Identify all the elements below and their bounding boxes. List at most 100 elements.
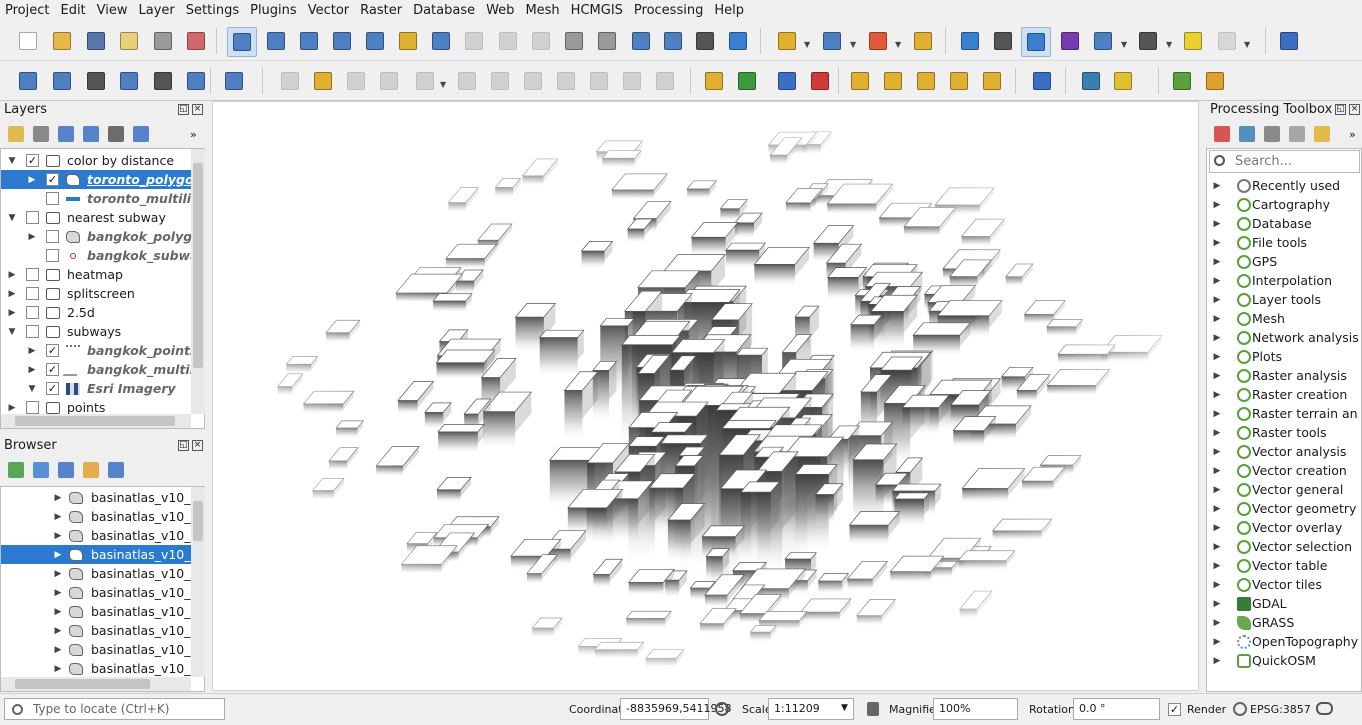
chevron-right-icon[interactable]: ▶ [27, 175, 37, 185]
layer-item[interactable]: ▼ ✓ color by distance [1, 151, 191, 170]
pan-map-icon[interactable] [227, 27, 257, 57]
browser-item[interactable]: ▶ basinatlas_v10_lev [1, 545, 191, 564]
toolbox-provider[interactable]: ▶ Recently used [1209, 176, 1359, 195]
messages-icon[interactable] [1316, 702, 1333, 715]
chevron-right-icon[interactable]: ▶ [1212, 257, 1222, 267]
style-manager-icon[interactable] [184, 29, 208, 53]
toolbox-provider[interactable]: ▶ OpenTopography [1209, 632, 1359, 651]
locate-input[interactable]: Type to locate (Ctrl+K) [4, 698, 225, 720]
results-viewer-icon[interactable] [1289, 126, 1305, 142]
chevron-right-icon[interactable]: ▶ [1212, 333, 1222, 343]
chevron-right-icon[interactable]: ▶ [53, 493, 63, 503]
style-panel-icon[interactable] [8, 126, 24, 142]
float-panel-icon[interactable]: ◱ [1335, 104, 1346, 115]
processing-tool-icon[interactable] [1203, 69, 1227, 93]
menu-hcmgis[interactable]: HCMGIS [566, 0, 628, 21]
add-group-icon[interactable] [33, 126, 49, 142]
chevron-right-icon[interactable]: ▶ [7, 308, 17, 318]
overflow-chevron-icon[interactable]: » [190, 128, 197, 141]
chevron-right-icon[interactable]: ▶ [1212, 599, 1222, 609]
chevron-right-icon[interactable]: ▶ [1212, 637, 1222, 647]
chevron-right-icon[interactable]: ▶ [1212, 428, 1222, 438]
deselect-all-icon[interactable] [866, 29, 890, 53]
toolbox-provider[interactable]: ▶ Vector table [1209, 556, 1359, 575]
chevron-right-icon[interactable]: ▶ [27, 346, 37, 356]
chevron-right-icon[interactable]: ▶ [1212, 314, 1222, 324]
toolbox-provider[interactable]: ▶ Raster creation [1209, 385, 1359, 404]
temporal-controller-icon[interactable] [629, 29, 653, 53]
menu-vector[interactable]: Vector [303, 0, 354, 21]
new-print-layout-icon[interactable] [117, 29, 141, 53]
chevron-right-icon[interactable]: ▶ [53, 664, 63, 674]
cut-features-icon[interactable] [521, 69, 545, 93]
browser-item[interactable]: ▶ basinatlas_v10_lev [1, 488, 191, 507]
chevron-right-icon[interactable]: ▶ [1212, 542, 1222, 552]
chevron-right-icon[interactable]: ▶ [1212, 523, 1222, 533]
new-virtual-layer-icon[interactable] [151, 69, 175, 93]
chevron-down-icon[interactable]: ▼ [7, 327, 17, 337]
menu-edit[interactable]: Edit [55, 0, 90, 21]
paste-features-icon[interactable] [587, 69, 611, 93]
label-change-icon[interactable] [980, 69, 1004, 93]
delete-selected-icon[interactable] [488, 69, 512, 93]
chevron-right-icon[interactable]: ▶ [53, 588, 63, 598]
chevron-down-icon[interactable]: ▼ [7, 156, 17, 166]
save-layer-edits-icon[interactable] [344, 69, 368, 93]
chevron-right-icon[interactable]: ▶ [1212, 181, 1222, 191]
sum-icon[interactable] [1058, 29, 1082, 53]
toolbox-provider[interactable]: ▶ Plots [1209, 347, 1359, 366]
map-tips-icon[interactable] [1181, 29, 1205, 53]
settings-icon[interactable] [1215, 29, 1239, 53]
current-edits-icon[interactable] [278, 69, 302, 93]
toolbox-provider[interactable]: ▶ Vector analysis [1209, 442, 1359, 461]
toolbox-provider[interactable]: ▶ Vector selection [1209, 537, 1359, 556]
rotation-spinbox[interactable]: 0.0 ° [1073, 698, 1160, 720]
chevron-down-icon[interactable]: ▼ [1166, 40, 1172, 49]
refresh-icon[interactable] [33, 462, 49, 478]
filter-legend-icon[interactable] [83, 126, 99, 142]
toolbox-provider[interactable]: ▶ QuickOSM [1209, 651, 1359, 670]
menu-project[interactable]: Project [0, 0, 54, 21]
toolbox-provider[interactable]: ▶ Raster terrain an... [1209, 404, 1359, 423]
chevron-down-icon[interactable]: ▼ [1121, 40, 1127, 49]
pin-labels-icon[interactable] [775, 69, 799, 93]
layer-item[interactable]: ▼ nearest subway [1, 208, 191, 227]
new-shapefile-layer-icon[interactable] [84, 69, 108, 93]
toolbox-provider[interactable]: ▶ Interpolation [1209, 271, 1359, 290]
show-bookmarks-icon[interactable] [661, 29, 685, 53]
layer-visibility-checkbox[interactable] [26, 211, 39, 224]
new-map-view-icon[interactable] [562, 29, 586, 53]
edit-features-in-place-icon[interactable] [1314, 126, 1330, 142]
toolbox-provider[interactable]: ▶ Mesh [1209, 309, 1359, 328]
toolbox-provider[interactable]: ▶ Raster tools [1209, 423, 1359, 442]
label-toolbar-icon[interactable] [702, 69, 726, 93]
map-canvas[interactable] [212, 101, 1199, 691]
digitize-with-segment-icon[interactable] [222, 69, 246, 93]
toolbox-provider[interactable]: ▶ File tools [1209, 233, 1359, 252]
layer-visibility-checkbox[interactable] [26, 401, 39, 414]
layer-item[interactable]: ▶ ✓ bangkok_points [1, 341, 191, 360]
chevron-right-icon[interactable]: ▶ [53, 512, 63, 522]
chevron-right-icon[interactable]: ▶ [53, 626, 63, 636]
toolbox-provider[interactable]: ▶ Cartography [1209, 195, 1359, 214]
chevron-down-icon[interactable]: ▼ [804, 40, 810, 49]
show-hide-labels-icon[interactable] [808, 69, 832, 93]
chevron-right-icon[interactable]: ▶ [53, 550, 63, 560]
chevron-right-icon[interactable]: ▶ [1212, 409, 1222, 419]
layer-item[interactable]: ▶ ✓ bangkok_multiline [1, 360, 191, 379]
zoom-next-icon[interactable] [529, 29, 553, 53]
layer-visibility-checkbox[interactable] [46, 249, 59, 262]
toolbox-provider[interactable]: ▶ GDAL [1209, 594, 1359, 613]
undo-icon[interactable] [620, 69, 644, 93]
layer-visibility-checkbox[interactable] [46, 192, 59, 205]
layer-visibility-checkbox[interactable] [26, 268, 39, 281]
vertex-tool-icon[interactable] [413, 69, 437, 93]
chevron-right-icon[interactable]: ▶ [1212, 371, 1222, 381]
layer-item[interactable]: ▼ ✓ Esri Imagery [1, 379, 191, 398]
zoom-native-icon[interactable] [462, 29, 486, 53]
layer-visibility-checkbox[interactable] [26, 325, 39, 338]
identify-features-icon[interactable] [958, 29, 982, 53]
layer-item[interactable]: ▶ ✓ toronto_polygons [1, 170, 191, 189]
select-features-icon[interactable] [775, 29, 799, 53]
browser-item[interactable]: ▶ basinatlas_v10_lev [1, 583, 191, 602]
